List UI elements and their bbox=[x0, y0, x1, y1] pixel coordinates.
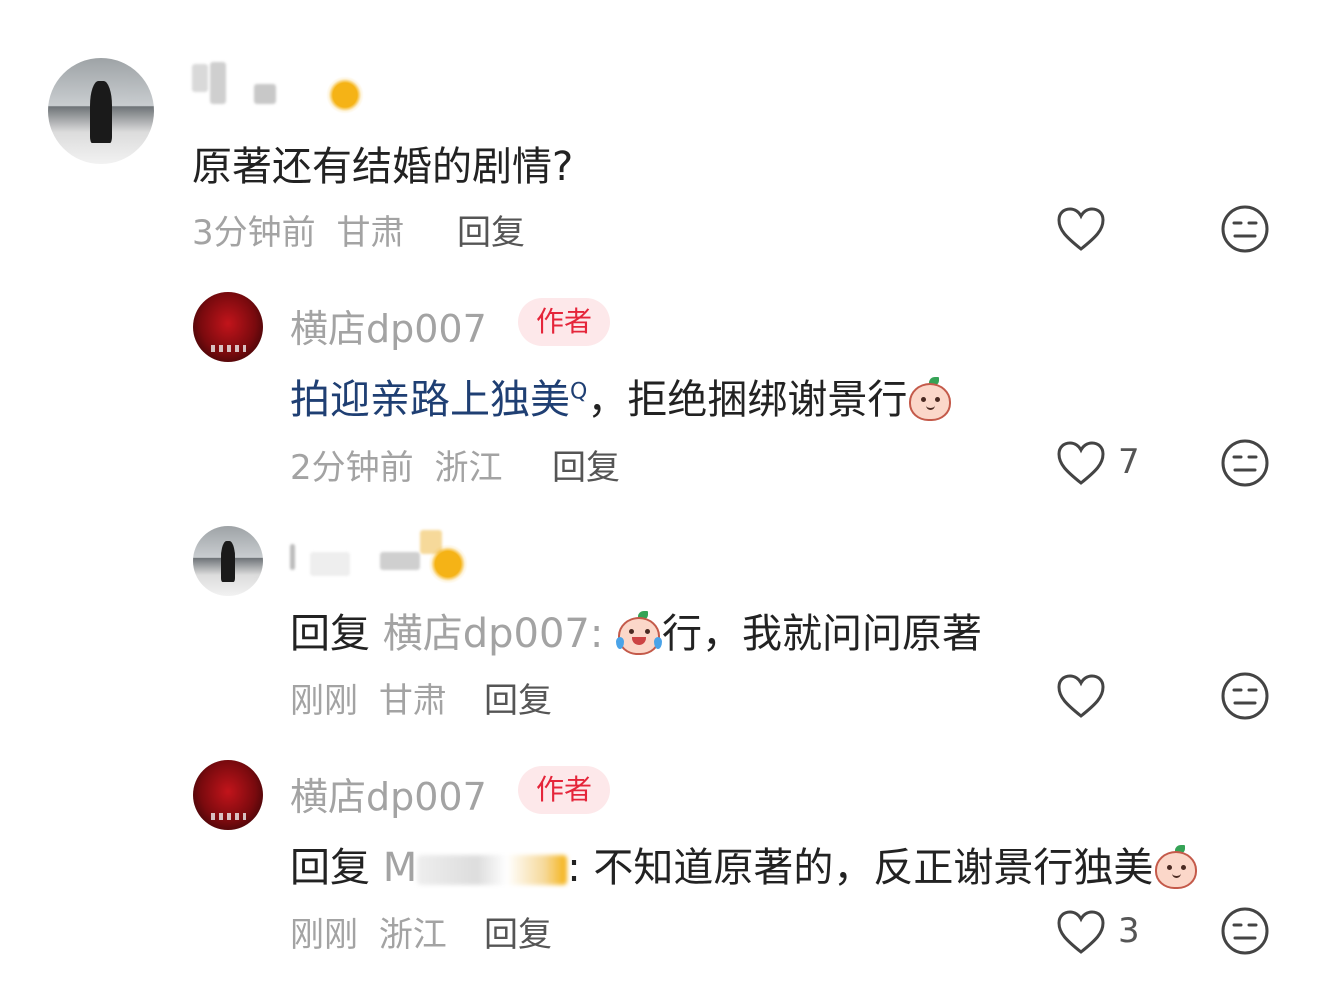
reply-button[interactable]: 回复 bbox=[484, 673, 552, 722]
reply-prefix: 回复 bbox=[290, 611, 370, 657]
neutral-face-icon[interactable] bbox=[1220, 438, 1270, 488]
reply-button[interactable]: 回复 bbox=[552, 440, 620, 489]
avatar-figure bbox=[90, 81, 112, 143]
username[interactable]: 横店dp007 bbox=[290, 766, 487, 821]
heart-icon[interactable] bbox=[1056, 440, 1106, 486]
comment-location: 浙江 bbox=[434, 448, 503, 488]
avatar[interactable] bbox=[48, 58, 154, 164]
search-link[interactable]: 拍迎亲路上独美 bbox=[290, 377, 570, 423]
comment-meta: 2分钟前 浙江 bbox=[290, 440, 502, 489]
author-badge: 作者 bbox=[518, 766, 611, 814]
blurred-target bbox=[417, 855, 568, 885]
avatar[interactable] bbox=[193, 526, 263, 596]
reply-target[interactable]: M bbox=[383, 845, 418, 891]
comment-location: 甘肃 bbox=[336, 213, 405, 253]
cry-laugh-emoji bbox=[616, 611, 663, 655]
comment-thread: 原著还有结婚的剧情? 3分钟前 甘肃 回复 横店dp007 作者 拍迎亲路上独美… bbox=[0, 0, 1320, 990]
smile-emoji bbox=[1153, 845, 1199, 889]
comment-time: 刚刚 bbox=[290, 681, 358, 721]
comment-time: 刚刚 bbox=[290, 915, 358, 955]
heart-icon[interactable] bbox=[1056, 909, 1106, 955]
neutral-face-icon[interactable] bbox=[1220, 671, 1270, 721]
comment-text: 回复 横店dp007: 行，我就问问原著 bbox=[290, 601, 982, 659]
comment-text-body: 行，我就问问原著 bbox=[662, 611, 983, 657]
reply-button[interactable]: 回复 bbox=[484, 907, 552, 956]
comment-text-rest: ，拒绝捆绑谢景行 bbox=[587, 377, 908, 423]
like-count: 7 bbox=[1118, 442, 1140, 482]
comment-text-body: : 不知道原著的，反正谢景行独美 bbox=[567, 845, 1154, 891]
comment-meta: 刚刚 浙江 bbox=[290, 907, 447, 956]
heart-icon[interactable] bbox=[1056, 673, 1106, 719]
reply-target[interactable]: 横店dp007: bbox=[383, 611, 604, 657]
comment-meta: 3分钟前 甘肃 bbox=[192, 205, 404, 254]
neutral-face-icon[interactable] bbox=[1220, 906, 1270, 956]
reply-button[interactable]: 回复 bbox=[457, 205, 525, 254]
avatar-detail bbox=[210, 813, 246, 821]
avatar[interactable] bbox=[193, 292, 263, 362]
comment-location: 甘肃 bbox=[378, 681, 447, 721]
reply-prefix: 回复 bbox=[290, 845, 370, 891]
comment-location: 浙江 bbox=[378, 915, 447, 955]
avatar-figure bbox=[221, 541, 235, 582]
heart-icon[interactable] bbox=[1056, 206, 1106, 252]
smile-emoji bbox=[907, 377, 953, 421]
neutral-face-icon[interactable] bbox=[1220, 204, 1270, 254]
avatar[interactable] bbox=[193, 760, 263, 830]
comment-text: 原著还有结婚的剧情? bbox=[192, 144, 574, 190]
comment-text: 回复 M : 不知道原著的，反正谢景行独美 bbox=[290, 835, 1199, 893]
search-icon[interactable]: Q bbox=[570, 380, 587, 405]
comment-time: 3分钟前 bbox=[192, 213, 316, 253]
comment-time: 2分钟前 bbox=[290, 448, 414, 488]
avatar-detail bbox=[210, 345, 246, 353]
comment-meta: 刚刚 甘肃 bbox=[290, 673, 447, 722]
author-badge: 作者 bbox=[518, 298, 611, 346]
comment-text: 拍迎亲路上独美Q，拒绝捆绑谢景行 bbox=[290, 367, 953, 425]
username[interactable]: 横店dp007 bbox=[290, 298, 487, 353]
like-count: 3 bbox=[1118, 911, 1140, 951]
